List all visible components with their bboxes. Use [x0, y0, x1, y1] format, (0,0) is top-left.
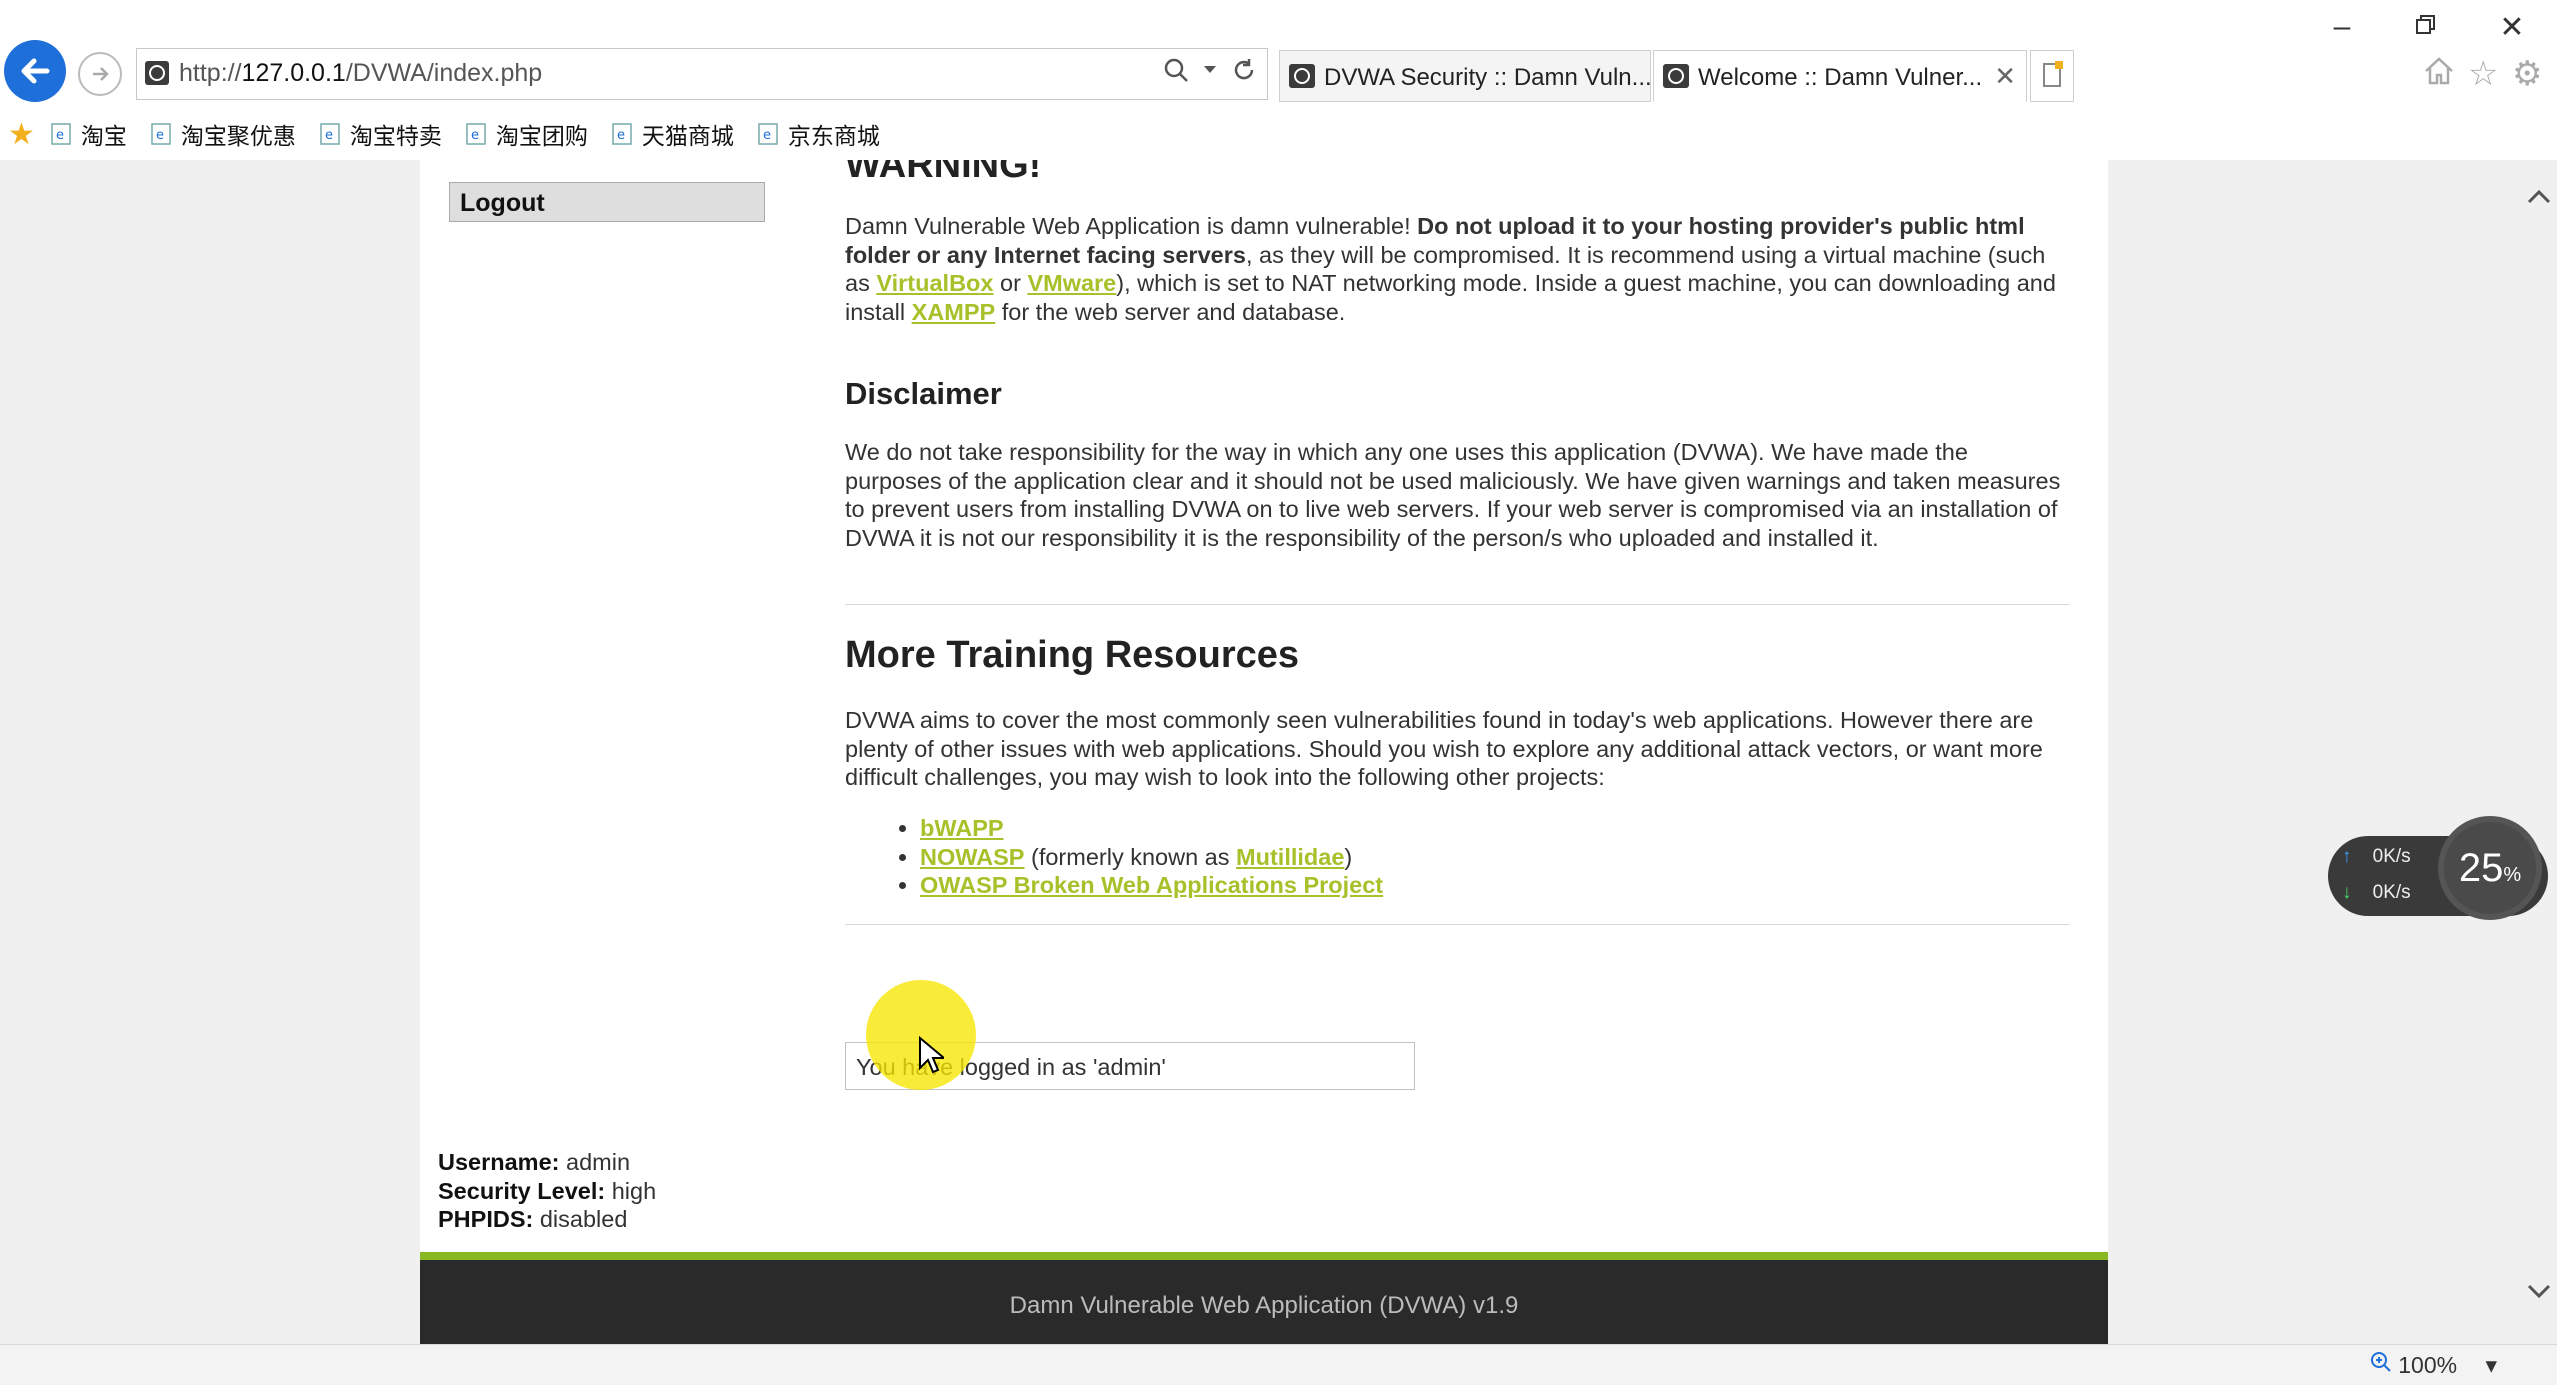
ie-page-icon: e	[320, 123, 340, 145]
scroll-down-icon[interactable]	[2526, 1282, 2552, 1302]
security-level-value: high	[611, 1177, 657, 1204]
list-item: OWASP Broken Web Applications Project	[920, 871, 2070, 900]
disclaimer-paragraph: We do not take responsibility for the wa…	[845, 439, 2061, 551]
download-speed: ↓ 0K/s	[2342, 882, 2411, 903]
minimize-button[interactable]: –	[2322, 10, 2362, 44]
owasp-bwa-link[interactable]: OWASP Broken Web Applications Project	[920, 872, 1383, 898]
favorite-link[interactable]: e 淘宝团购	[464, 117, 588, 151]
restore-button[interactable]	[2406, 10, 2446, 44]
forward-button[interactable]	[78, 52, 122, 96]
page-icon	[145, 61, 169, 85]
network-speed-widget[interactable]: ↑ 0K/s ↓ 0K/s 25%	[2328, 816, 2548, 920]
zoom-control[interactable]: 100% ▾	[2370, 1351, 2497, 1379]
svg-text:e: e	[325, 128, 333, 143]
mouse-pointer-icon	[919, 1036, 944, 1074]
new-tab-button[interactable]	[2030, 50, 2074, 102]
settings-gear-icon[interactable]: ⚙	[2512, 54, 2542, 94]
cpu-usage-gauge: 25%	[2438, 816, 2542, 920]
resources-list: bWAPP NOWASP (formerly known as Mutillid…	[845, 814, 2070, 900]
ie-page-icon: e	[151, 123, 171, 145]
svg-text:e: e	[617, 128, 625, 143]
arrow-left-icon	[21, 58, 50, 84]
mutillidae-link[interactable]: Mutillidae	[1236, 844, 1344, 870]
zoom-icon	[2370, 1352, 2391, 1372]
address-bar[interactable]: http://127.0.0.1/DVWA/index.php	[136, 48, 1268, 100]
back-button[interactable]	[4, 40, 66, 102]
scrollbar-track[interactable]	[2530, 220, 2552, 1320]
page-icon	[1663, 64, 1689, 88]
bwapp-link[interactable]: bWAPP	[920, 815, 1004, 841]
window-close-button[interactable]: ✕	[2492, 10, 2532, 45]
divider	[845, 604, 2070, 605]
user-info: Username: admin Security Level: high PHP…	[438, 1149, 657, 1232]
search-icon[interactable]	[1163, 57, 1189, 83]
list-item: bWAPP	[920, 814, 2070, 843]
footer: Damn Vulnerable Web Application (DVWA) v…	[420, 1260, 2108, 1344]
favorite-link[interactable]: e 淘宝聚优惠	[149, 117, 296, 151]
resources-paragraph: DVWA aims to cover the most commonly see…	[845, 707, 2043, 790]
tab-welcome[interactable]: Welcome :: Damn Vulner... ✕	[1653, 50, 2027, 102]
svg-text:e: e	[471, 128, 479, 143]
url-text[interactable]: http://127.0.0.1/DVWA/index.php	[179, 59, 542, 88]
vmware-link[interactable]: VMware	[1027, 270, 1116, 296]
dropdown-icon[interactable]	[1203, 65, 1217, 75]
disclaimer-heading: Disclaimer	[845, 376, 1002, 411]
status-bar: 100% ▾	[0, 1344, 2557, 1385]
ie-page-icon: e	[612, 123, 632, 145]
favorite-link[interactable]: e 天猫商城	[610, 117, 734, 151]
svg-text:e: e	[56, 128, 64, 143]
arrow-right-icon	[93, 67, 109, 81]
favorite-link[interactable]: e 淘宝特卖	[318, 117, 442, 151]
ie-page-icon: e	[758, 123, 778, 145]
username-value: admin	[566, 1149, 631, 1175]
phpids-value: disabled	[539, 1206, 628, 1232]
favorite-link[interactable]: e 京东商城	[756, 117, 880, 151]
resources-heading: More Training Resources	[845, 634, 1300, 676]
favorites-bar: ★ e 淘宝 e 淘宝聚优惠 e 淘宝特卖 e 淘宝团购 e 天猫商城 e 京东商城	[0, 110, 2557, 158]
list-item: NOWASP (formerly known as Mutillidae)	[920, 843, 2070, 872]
svg-text:e: e	[763, 128, 771, 143]
restore-icon	[2416, 15, 2435, 34]
ie-page-icon: e	[466, 123, 486, 145]
page-viewport: Logout WARNING! Damn Vulnerable Web Appl…	[0, 160, 2557, 1344]
ie-page-icon: e	[51, 123, 71, 145]
divider	[845, 924, 2070, 925]
close-icon[interactable]: ✕	[1994, 61, 2016, 92]
xampp-link[interactable]: XAMPP	[912, 299, 996, 325]
favorite-link[interactable]: e 淘宝	[49, 117, 127, 151]
warning-paragraph: Damn Vulnerable Web Application is damn …	[845, 213, 2056, 325]
tab-label: Welcome :: Damn Vulner...	[1698, 64, 1983, 91]
refresh-icon[interactable]	[1231, 57, 1257, 83]
scroll-up-icon[interactable]	[2526, 186, 2552, 206]
warning-heading: WARNING!	[845, 160, 1042, 186]
svg-text:e: e	[156, 128, 164, 143]
nowasp-link[interactable]: NOWASP	[920, 844, 1024, 870]
tab-label: DVWA Security :: Damn Vuln...	[1324, 64, 1652, 91]
page-icon	[1289, 64, 1315, 88]
virtualbox-link[interactable]: VirtualBox	[876, 270, 993, 296]
chevron-down-icon[interactable]: ▾	[2485, 1352, 2497, 1378]
new-tab-icon	[2043, 61, 2063, 87]
browser-chrome: http://127.0.0.1/DVWA/index.php DVWA Sec…	[0, 0, 2557, 161]
favorites-star-icon[interactable]: ★	[8, 117, 35, 152]
tab-dvwa-security[interactable]: DVWA Security :: Damn Vuln...	[1279, 50, 1652, 102]
footer-accent-bar	[420, 1252, 2108, 1260]
logout-menu-item[interactable]: Logout	[449, 182, 765, 222]
favorites-star-icon[interactable]: ☆	[2468, 54, 2498, 94]
upload-speed: ↑ 0K/s	[2342, 846, 2411, 867]
home-icon[interactable]	[2422, 54, 2456, 97]
